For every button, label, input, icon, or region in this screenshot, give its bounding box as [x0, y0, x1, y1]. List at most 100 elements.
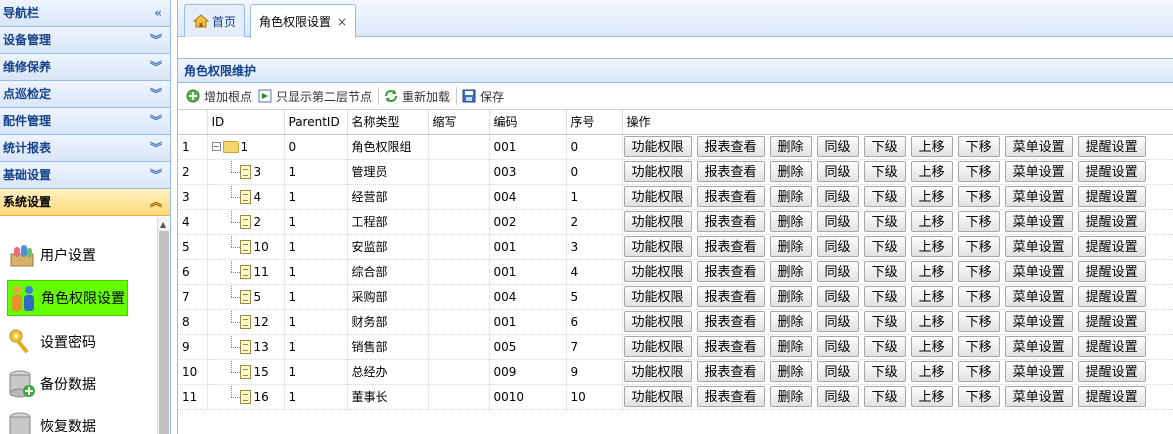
function-permission-button[interactable]: 功能权限	[623, 361, 692, 382]
move-up-button[interactable]: 上移	[910, 386, 953, 407]
sidebar-item-set-password[interactable]: 设置密码	[7, 324, 96, 360]
reminder-settings-button[interactable]: 提醒设置	[1077, 161, 1146, 182]
add-root-button[interactable]: 增加根点	[186, 88, 252, 105]
move-down-button[interactable]: 下移	[957, 161, 1000, 182]
move-up-button[interactable]: 上移	[910, 186, 953, 207]
scrollbar-thumb[interactable]	[159, 231, 169, 434]
move-up-button[interactable]: 上移	[910, 336, 953, 357]
function-permission-button[interactable]: 功能权限	[623, 386, 692, 407]
move-down-button[interactable]: 下移	[957, 286, 1000, 307]
table-row[interactable]: 8 12 1 财务部 001 6 功能权限 报表查看 删除 同级 下级 上移 下移 菜单设置 提醒设置	[178, 309, 1173, 335]
sidebar-item-role-permissions[interactable]: 角色权限设置	[7, 280, 128, 316]
sidebar-section-parts[interactable]: 配件管理 ︾	[0, 108, 170, 135]
move-down-button[interactable]: 下移	[957, 386, 1000, 407]
table-row[interactable]: 1−1 0 角色权限组 001 0 功能权限 报表查看 删除 同级 下级 上移 下移 菜单设置 提醒设置	[178, 134, 1173, 160]
report-view-button[interactable]: 报表查看	[696, 186, 765, 207]
sub-level-button[interactable]: 下级	[863, 361, 906, 382]
reminder-settings-button[interactable]: 提醒设置	[1077, 186, 1146, 207]
table-row[interactable]: 4 2 1 工程部 002 2 功能权限 报表查看 删除 同级 下级 上移 下移 菜单设置 提醒设置	[178, 209, 1173, 235]
move-up-button[interactable]: 上移	[910, 361, 953, 382]
reminder-settings-button[interactable]: 提醒设置	[1077, 211, 1146, 232]
move-down-button[interactable]: 下移	[957, 136, 1000, 157]
menu-settings-button[interactable]: 菜单设置	[1004, 311, 1073, 332]
table-row[interactable]: 9 13 1 销售部 005 7 功能权限 报表查看 删除 同级 下级 上移 下移 菜单设置 提醒设置	[178, 334, 1173, 360]
tree-id-cell[interactable]: 10	[207, 234, 285, 260]
sidebar-section-maintenance[interactable]: 维修保养 ︾	[0, 54, 170, 81]
report-view-button[interactable]: 报表查看	[696, 311, 765, 332]
table-row[interactable]: 11 16 1 董事长 0010 10 功能权限 报表查看 删除 同级 下级 上移 下移 菜单设置 提醒设置	[178, 384, 1173, 410]
tree-id-cell[interactable]: 5	[207, 284, 285, 310]
move-up-button[interactable]: 上移	[910, 261, 953, 282]
sub-level-button[interactable]: 下级	[863, 286, 906, 307]
same-level-button[interactable]: 同级	[816, 286, 859, 307]
move-down-button[interactable]: 下移	[957, 211, 1000, 232]
function-permission-button[interactable]: 功能权限	[623, 311, 692, 332]
menu-settings-button[interactable]: 菜单设置	[1004, 136, 1073, 157]
scroll-up-icon[interactable]: ▲	[160, 220, 166, 229]
tree-id-cell[interactable]: 15	[207, 359, 285, 385]
delete-button[interactable]: 删除	[769, 211, 812, 232]
sub-level-button[interactable]: 下级	[863, 311, 906, 332]
same-level-button[interactable]: 同级	[816, 336, 859, 357]
reminder-settings-button[interactable]: 提醒设置	[1077, 336, 1146, 357]
reminder-settings-button[interactable]: 提醒设置	[1077, 286, 1146, 307]
delete-button[interactable]: 删除	[769, 286, 812, 307]
reminder-settings-button[interactable]: 提醒设置	[1077, 261, 1146, 282]
table-row[interactable]: 2 3 1 管理员 003 0 功能权限 报表查看 删除 同级 下级 上移 下移 菜单设置 提醒设置	[178, 159, 1173, 185]
column-header-abbr[interactable]: 缩写	[428, 110, 490, 135]
tree-id-cell[interactable]: 3	[207, 159, 285, 185]
report-view-button[interactable]: 报表查看	[696, 211, 765, 232]
menu-settings-button[interactable]: 菜单设置	[1004, 286, 1073, 307]
move-down-button[interactable]: 下移	[957, 336, 1000, 357]
function-permission-button[interactable]: 功能权限	[623, 286, 692, 307]
report-view-button[interactable]: 报表查看	[696, 161, 765, 182]
table-row[interactable]: 10 15 1 总经办 009 9 功能权限 报表查看 删除 同级 下级 上移 下移 菜单设置 提醒设置	[178, 359, 1173, 385]
table-row[interactable]: 7 5 1 采购部 004 5 功能权限 报表查看 删除 同级 下级 上移 下移 菜单设置 提醒设置	[178, 284, 1173, 310]
move-down-button[interactable]: 下移	[957, 361, 1000, 382]
function-permission-button[interactable]: 功能权限	[623, 211, 692, 232]
tree-id-cell[interactable]: 13	[207, 334, 285, 360]
sidebar-item-user-settings[interactable]: 用户设置	[7, 237, 96, 273]
same-level-button[interactable]: 同级	[816, 311, 859, 332]
tab-role-permissions[interactable]: 角色权限设置 ×	[250, 4, 357, 38]
column-header-name[interactable]: 名称类型	[347, 110, 429, 135]
report-view-button[interactable]: 报表查看	[696, 261, 765, 282]
report-view-button[interactable]: 报表查看	[696, 386, 765, 407]
menu-settings-button[interactable]: 菜单设置	[1004, 361, 1073, 382]
table-row[interactable]: 3 4 1 经营部 004 1 功能权限 报表查看 删除 同级 下级 上移 下移 菜单设置 提醒设置	[178, 184, 1173, 210]
move-up-button[interactable]: 上移	[910, 136, 953, 157]
report-view-button[interactable]: 报表查看	[696, 336, 765, 357]
sub-level-button[interactable]: 下级	[863, 261, 906, 282]
move-up-button[interactable]: 上移	[910, 211, 953, 232]
close-icon[interactable]: ×	[337, 15, 347, 29]
report-view-button[interactable]: 报表查看	[696, 136, 765, 157]
move-down-button[interactable]: 下移	[957, 311, 1000, 332]
move-up-button[interactable]: 上移	[910, 311, 953, 332]
column-header-id[interactable]: ID	[207, 110, 285, 135]
move-up-button[interactable]: 上移	[910, 161, 953, 182]
move-down-button[interactable]: 下移	[957, 261, 1000, 282]
column-header-seq[interactable]: 序号	[566, 110, 623, 135]
menu-settings-button[interactable]: 菜单设置	[1004, 336, 1073, 357]
reminder-settings-button[interactable]: 提醒设置	[1077, 136, 1146, 157]
sub-level-button[interactable]: 下级	[863, 161, 906, 182]
tree-id-cell[interactable]: 16	[207, 384, 285, 410]
sidebar-section-device[interactable]: 设备管理 ︾	[0, 27, 170, 54]
menu-settings-button[interactable]: 菜单设置	[1004, 186, 1073, 207]
collapse-sidebar-icon[interactable]: «	[154, 0, 162, 27]
table-row[interactable]: 5 10 1 安监部 001 3 功能权限 报表查看 删除 同级 下级 上移 下移 菜单设置 提醒设置	[178, 234, 1173, 260]
delete-button[interactable]: 删除	[769, 336, 812, 357]
save-button[interactable]: 保存	[462, 88, 504, 105]
menu-settings-button[interactable]: 菜单设置	[1004, 161, 1073, 182]
same-level-button[interactable]: 同级	[816, 361, 859, 382]
sidebar-section-system-settings[interactable]: 系统设置 ︽	[0, 189, 170, 216]
column-header-parentid[interactable]: ParentID	[284, 110, 348, 135]
column-header-code[interactable]: 编码	[489, 110, 567, 135]
delete-button[interactable]: 删除	[769, 361, 812, 382]
function-permission-button[interactable]: 功能权限	[623, 161, 692, 182]
same-level-button[interactable]: 同级	[816, 261, 859, 282]
move-up-button[interactable]: 上移	[910, 236, 953, 257]
reminder-settings-button[interactable]: 提醒设置	[1077, 311, 1146, 332]
menu-settings-button[interactable]: 菜单设置	[1004, 261, 1073, 282]
tab-home[interactable]: 首页	[184, 4, 246, 37]
